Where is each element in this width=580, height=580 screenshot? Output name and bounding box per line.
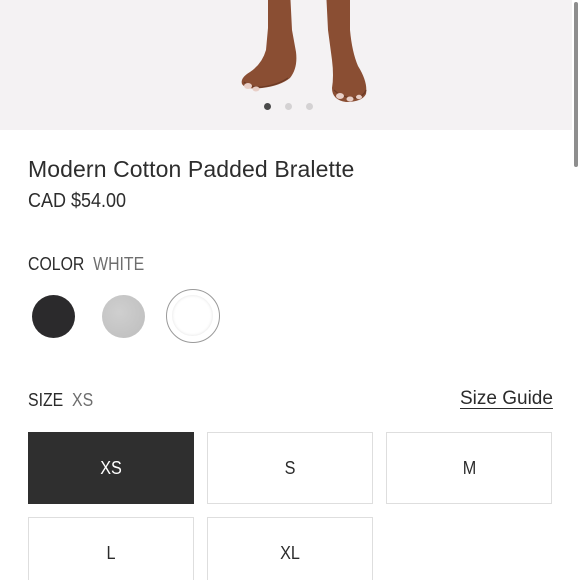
color-swatch-black[interactable] (32, 295, 75, 338)
selected-color-value: WHITE (93, 254, 145, 274)
color-label: COLOR (28, 254, 85, 274)
color-swatch-white[interactable] (166, 289, 220, 343)
size-option-label: XS (100, 457, 122, 478)
page-scrollbar[interactable] (572, 0, 580, 580)
gallery-dot-2[interactable] (285, 103, 292, 110)
product-image-gallery[interactable] (0, 0, 572, 130)
gallery-pagination (264, 103, 313, 110)
color-swatch-white-fill (172, 295, 213, 336)
product-title: Modern Cotton Padded Bralette (28, 156, 355, 182)
size-option-label: S (284, 457, 296, 478)
size-option-m[interactable]: M (386, 432, 552, 504)
product-price: CAD $54.00 (28, 190, 127, 212)
size-guide-link[interactable]: Size Guide (460, 388, 553, 410)
size-selector-header: SIZE XS (28, 390, 93, 411)
size-label: SIZE (28, 390, 64, 410)
size-option-label: M (462, 457, 476, 478)
size-option-s[interactable]: S (207, 432, 373, 504)
product-photo (241, 0, 367, 102)
size-option-label: XL (280, 542, 300, 563)
size-option-xs[interactable]: XS (28, 432, 194, 504)
size-option-label: L (106, 542, 116, 563)
scrollbar-thumb[interactable] (574, 2, 578, 167)
size-option-xl[interactable]: XL (207, 517, 373, 580)
color-swatch-grey[interactable] (102, 295, 145, 338)
selected-size-value: XS (72, 390, 94, 410)
gallery-dot-1[interactable] (264, 103, 271, 110)
size-option-l[interactable]: L (28, 517, 194, 580)
color-selector-header: COLOR WHITE (28, 254, 144, 275)
gallery-dot-3[interactable] (306, 103, 313, 110)
